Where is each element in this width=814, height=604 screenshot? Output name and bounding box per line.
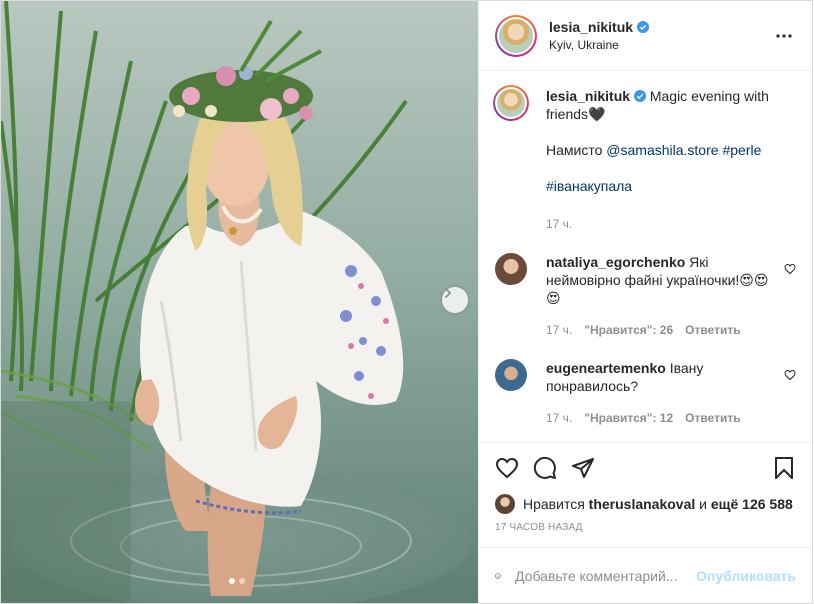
comment-likes[interactable]: "Нравится": 12 (584, 409, 673, 427)
carousel-dot-1 (229, 578, 235, 584)
caption-entry: lesia_nikituk Magic evening with friends… (493, 85, 796, 233)
caption-necklace-label: Намисто (546, 142, 603, 158)
caption-username[interactable]: lesia_nikituk (546, 88, 630, 104)
carousel-indicator (229, 578, 245, 584)
caption-avatar-image (497, 89, 525, 117)
post-timestamp[interactable]: 17 часов назад (495, 522, 796, 533)
carousel-dot-2 (239, 578, 245, 584)
comment-item: eugeneartemenko Івану понравилось? 17 ч.… (495, 359, 796, 427)
post-location[interactable]: Kyiv, Ukraine (549, 38, 772, 52)
caption-mention-link[interactable]: @samashila.store (606, 142, 718, 158)
carousel-next-button[interactable] (442, 287, 468, 313)
verified-badge-icon (633, 90, 646, 102)
comment-time[interactable]: 17 ч. (546, 409, 572, 427)
likes-count[interactable]: ещё 126 588 (711, 496, 793, 512)
author-avatar[interactable] (495, 14, 537, 57)
post-header: lesia_nikituk Kyiv, Ukraine (479, 1, 812, 71)
more-options-button[interactable] (772, 24, 796, 48)
post-photo[interactable] (1, 1, 478, 603)
more-dots-icon (776, 33, 792, 38)
comment-icon[interactable] (533, 456, 557, 480)
author-username[interactable]: lesia_nikituk (549, 19, 633, 35)
publish-button[interactable]: Опубликовать (696, 568, 796, 584)
post-sidebar: lesia_nikituk Kyiv, Ukraine lesia_nikitu… (478, 1, 812, 603)
comment-like-icon[interactable] (784, 263, 796, 275)
verified-badge-icon (637, 21, 650, 33)
comment-username[interactable]: nataliya_egorchenko (546, 254, 685, 270)
caption-time[interactable]: 17 ч. (546, 215, 572, 233)
likes-summary: Нравится theruslanakoval и ещё 126 588 (495, 493, 796, 515)
hashtag-perle[interactable]: #perle (722, 142, 761, 158)
liker-username[interactable]: theruslanakoval (589, 496, 696, 512)
comment-time[interactable]: 17 ч. (546, 321, 572, 339)
photo-illustration (1, 1, 478, 603)
commenter-avatar[interactable] (495, 253, 527, 285)
author-avatar-image (499, 18, 533, 53)
heart-icon[interactable] (495, 456, 519, 480)
emoji-icon[interactable] (495, 563, 501, 589)
comment-input[interactable] (515, 567, 697, 584)
comments-list: lesia_nikituk Magic evening with friends… (479, 71, 812, 442)
add-comment-bar: Опубликовать (479, 547, 812, 603)
caption-avatar[interactable] (493, 85, 529, 121)
likes-prefix: Нравится (523, 496, 585, 512)
liker-avatar[interactable] (495, 494, 515, 514)
comment-reply-button[interactable]: Ответить (685, 409, 740, 427)
comment-item: nataliya_egorchenko Які неймовірно файні… (495, 253, 796, 339)
comment-reply-button[interactable]: Ответить (685, 321, 740, 339)
post-actions: Нравится theruslanakoval и ещё 126 588 1… (479, 442, 812, 547)
comment-like-icon[interactable] (784, 369, 796, 381)
hashtag-ivanakupala[interactable]: #іванакупала (546, 178, 632, 194)
share-icon[interactable] (571, 456, 595, 480)
bookmark-icon[interactable] (772, 456, 796, 480)
commenter-avatar[interactable] (495, 359, 527, 391)
likes-connector: и (699, 496, 707, 512)
comment-likes[interactable]: "Нравится": 26 (584, 321, 673, 339)
comment-username[interactable]: eugeneartemenko (546, 360, 666, 376)
chevron-right-icon (445, 288, 451, 298)
post-container: lesia_nikituk Kyiv, Ukraine lesia_nikitu… (0, 0, 813, 604)
